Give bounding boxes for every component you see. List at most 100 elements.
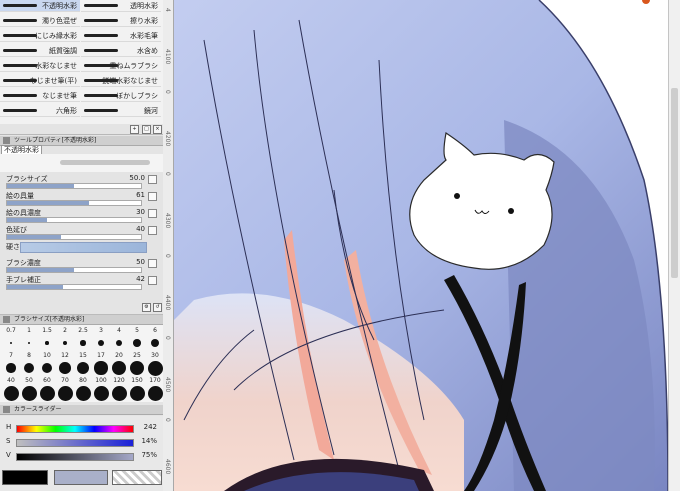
brush-item[interactable]: 濁り色混ぜ (0, 15, 80, 27)
brush-item[interactable]: 重ねムラブラシ (81, 60, 161, 72)
brush-size-option[interactable]: 5 (128, 327, 146, 347)
brush-size-option[interactable]: 2.5 (74, 327, 92, 346)
color-slider-header[interactable]: カラースライダー (0, 405, 163, 415)
brush-item[interactable]: 透明水彩 (81, 0, 161, 12)
brush-item[interactable]: 鏡河 (81, 105, 161, 117)
main-color-swatch[interactable] (2, 470, 48, 485)
brush-item[interactable]: 紙質強調 (0, 45, 80, 57)
pressure-toggle[interactable] (148, 276, 157, 285)
brush-toolbar: + □ × (0, 124, 163, 135)
brush-size-option[interactable]: 60 (38, 377, 56, 401)
reset-icon[interactable]: ↺ (153, 303, 162, 312)
sharpness-strip[interactable] (20, 242, 147, 253)
ruler-tick: 4300 (164, 213, 171, 229)
saturation-row[interactable]: S 14% (0, 436, 163, 450)
brush-size-dot (94, 361, 108, 375)
copy-brush-icon[interactable]: □ (142, 125, 151, 134)
brush-size-option[interactable]: 25 (128, 352, 146, 376)
pressure-toggle[interactable] (148, 175, 157, 184)
brush-size-option[interactable]: 7 (2, 352, 20, 373)
brush-item[interactable]: 不透明水彩 (0, 0, 80, 12)
left-panel: 不透明水彩 透明水彩 濁り色混ぜ 擦り水彩 にじみ縁水彩 水彩毛筆 紙質強調 水含め 水彩なじま… (0, 0, 164, 491)
add-brush-icon[interactable]: + (130, 125, 139, 134)
brush-size-option[interactable]: 0.7 (2, 327, 20, 345)
property-row[interactable]: ブラシサイズ 50.0 (0, 174, 163, 190)
brush-size-option[interactable]: 15 (74, 352, 92, 375)
property-row[interactable]: ブラシ濃度 50 (0, 258, 163, 274)
brush-size-option[interactable]: 170 (146, 377, 163, 401)
brush-size-option[interactable]: 70 (56, 377, 74, 401)
property-row[interactable]: 絵の具濃度 30 (0, 208, 163, 224)
pressure-toggle[interactable] (148, 209, 157, 218)
property-slider[interactable] (6, 200, 142, 206)
brush-size-dot (112, 361, 126, 375)
hue-slider[interactable] (16, 425, 134, 433)
saturation-slider[interactable] (16, 439, 134, 447)
property-row[interactable]: 手ブレ補正 42 (0, 275, 163, 291)
brush-size-option[interactable]: 50 (20, 377, 38, 401)
ruler-tick: 0 (164, 90, 171, 94)
brush-item[interactable]: にじみ縁水彩 (0, 30, 80, 42)
property-row[interactable]: 絵の具量 61 (0, 191, 163, 207)
brush-size-option[interactable]: 1.5 (38, 327, 56, 345)
brush-size-header[interactable]: ブラシサイズ[不透明水彩] (0, 315, 163, 325)
vertical-scrollbar[interactable] (668, 0, 680, 491)
brush-size-dot (39, 385, 55, 401)
brush-size-option[interactable]: 150 (128, 377, 146, 401)
brush-stroke-preview (84, 19, 118, 22)
drawing-canvas[interactable] (174, 0, 668, 491)
brush-item-label: なじませ筆 (42, 92, 77, 100)
property-slider[interactable] (6, 217, 142, 223)
brush-item-label: ぼかしブラシ (116, 92, 158, 100)
brush-size-option[interactable]: 30 (146, 352, 163, 376)
brush-size-option[interactable]: 3 (92, 327, 110, 346)
brush-item[interactable]: 水含め (81, 45, 161, 57)
brush-item[interactable]: 擦り水彩 (81, 15, 161, 27)
panel-title: ブラシサイズ[不透明水彩] (14, 316, 85, 323)
property-slider[interactable] (6, 183, 142, 189)
brush-size-option[interactable]: 12 (56, 352, 74, 374)
brush-size-option[interactable]: 4 (110, 327, 128, 347)
transparent-swatch[interactable] (112, 470, 162, 485)
property-slider[interactable] (6, 267, 142, 273)
pressure-toggle[interactable] (148, 192, 157, 201)
sharpness-label: 硬さ (6, 243, 20, 251)
brush-item[interactable]: なじませ筆 (0, 90, 80, 102)
brush-item[interactable]: 水彩なじませ (0, 60, 80, 72)
brush-size-option[interactable]: 17 (92, 352, 110, 375)
hue-row[interactable]: H 242 (0, 422, 163, 436)
brush-size-option[interactable]: 1 (20, 327, 38, 345)
scrollbar-thumb[interactable] (671, 88, 678, 278)
brush-item[interactable]: なじませ筆(平) (0, 75, 80, 87)
brush-size-palette: 0.7 1 1.5 2 2.5 3 4 5 6 7 8 10 12 15 17 20 25 30 40 50 60 70 8… (0, 325, 163, 402)
brush-item[interactable]: 六角形 (0, 105, 80, 117)
brush-size-option[interactable]: 2 (56, 327, 74, 346)
brush-item[interactable]: ぼかしブラシ (81, 90, 161, 102)
brush-item-label: 濁り色混ぜ (42, 17, 77, 25)
settings-icon[interactable]: ⚙ (142, 303, 151, 312)
brush-size-option[interactable]: 20 (110, 352, 128, 375)
brush-size-option[interactable]: 120 (110, 377, 128, 401)
sub-color-swatch[interactable] (54, 470, 108, 485)
property-slider[interactable] (6, 284, 142, 290)
brush-item[interactable]: 鋭端水彩なじませ (81, 75, 161, 87)
brush-stroke-preview (84, 34, 118, 37)
brush-size-option[interactable]: 40 (2, 377, 20, 401)
pressure-toggle[interactable] (148, 226, 157, 235)
brush-size-option[interactable]: 10 (38, 352, 56, 374)
brush-size-option[interactable]: 6 (146, 327, 163, 348)
pressure-toggle[interactable] (148, 259, 157, 268)
value-row[interactable]: V 75% (0, 450, 163, 464)
trash-icon[interactable]: × (153, 125, 162, 134)
brush-size-option[interactable]: 80 (74, 377, 92, 401)
brush-size-option[interactable]: 8 (20, 352, 38, 373)
property-row[interactable]: 色延び 40 (0, 225, 163, 241)
sharpness-row[interactable]: 硬さ (0, 240, 163, 253)
value-slider[interactable] (16, 453, 134, 461)
color-icon (3, 406, 10, 413)
brush-size-option[interactable]: 100 (92, 377, 110, 401)
ruler-tick: 4 (164, 8, 171, 12)
brush-size-number: 20 (115, 352, 123, 359)
hue-value: 242 (143, 423, 157, 431)
brush-item[interactable]: 水彩毛筆 (81, 30, 161, 42)
